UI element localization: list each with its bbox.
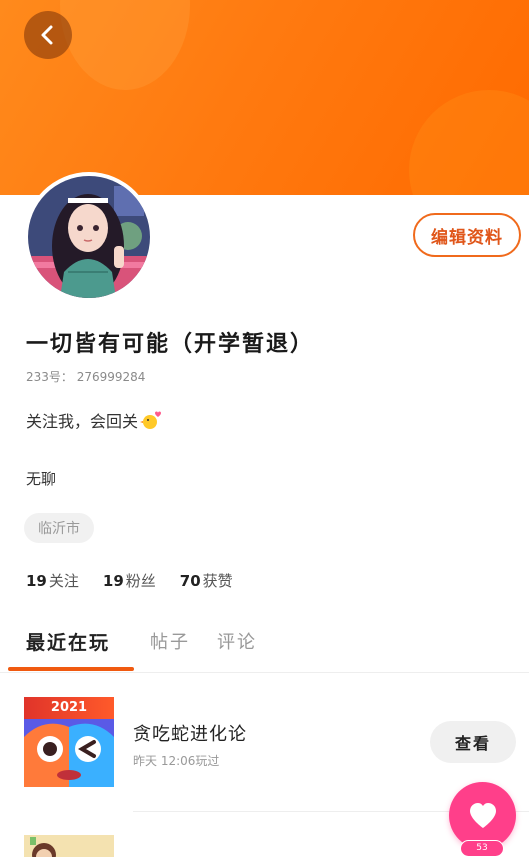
avatar-image [28, 176, 150, 298]
avatar[interactable] [24, 172, 154, 302]
followers-stat[interactable]: 19 粉丝 [103, 570, 156, 591]
signature: 无聊 [26, 470, 57, 488]
back-button[interactable] [24, 11, 72, 59]
location-tag[interactable]: 临沂市 [24, 513, 94, 543]
tab-posts[interactable]: 帖子 [150, 628, 190, 654]
game-icon[interactable] [24, 835, 114, 857]
following-count: 19 [26, 572, 47, 590]
likes-label: 获赞 [202, 572, 233, 590]
game-year-badge: 2021 [24, 697, 114, 719]
chick-heart-icon [140, 411, 162, 429]
like-count-badge: 53 [460, 840, 504, 857]
banner-decoration [409, 90, 529, 195]
chevron-left-icon [41, 25, 53, 45]
likes-stat: 70 获赞 [180, 570, 233, 591]
followers-label: 粉丝 [125, 572, 156, 590]
tab-recent-played[interactable]: 最近在玩 [26, 628, 110, 655]
bio-text: 关注我，会回关 [26, 412, 139, 431]
list-item[interactable]: 2021 贪吃蛇进化论 昨天 12:06玩过 查看 [0, 690, 529, 812]
likes-count: 70 [179, 572, 201, 590]
game-last-played: 昨天 12:06玩过 [133, 754, 220, 768]
user-id: 233号： 276999284 [26, 370, 146, 384]
tab-comments[interactable]: 评论 [217, 628, 257, 654]
profile-tabs: 最近在玩 帖子 评论 [0, 620, 529, 673]
game-title: 贪吃蛇进化论 [133, 724, 247, 745]
edit-profile-button[interactable]: 编辑资料 [413, 213, 521, 257]
active-tab-indicator [8, 667, 134, 671]
following-label: 关注 [48, 572, 79, 590]
profile-stats: 19 关注 19 粉丝 70 获赞 [26, 570, 233, 591]
heart-icon [469, 802, 496, 828]
following-stat[interactable]: 19 关注 [26, 570, 79, 591]
followers-count: 19 [102, 572, 124, 590]
profile-banner [0, 0, 529, 195]
username: 一切皆有可能（开学暂退） [26, 332, 315, 357]
game-icon: 2021 [24, 697, 114, 787]
banner-decoration [60, 0, 190, 90]
bio: 关注我，会回关 [26, 408, 162, 432]
view-game-button[interactable]: 查看 [430, 721, 516, 763]
like-button[interactable] [449, 782, 516, 849]
